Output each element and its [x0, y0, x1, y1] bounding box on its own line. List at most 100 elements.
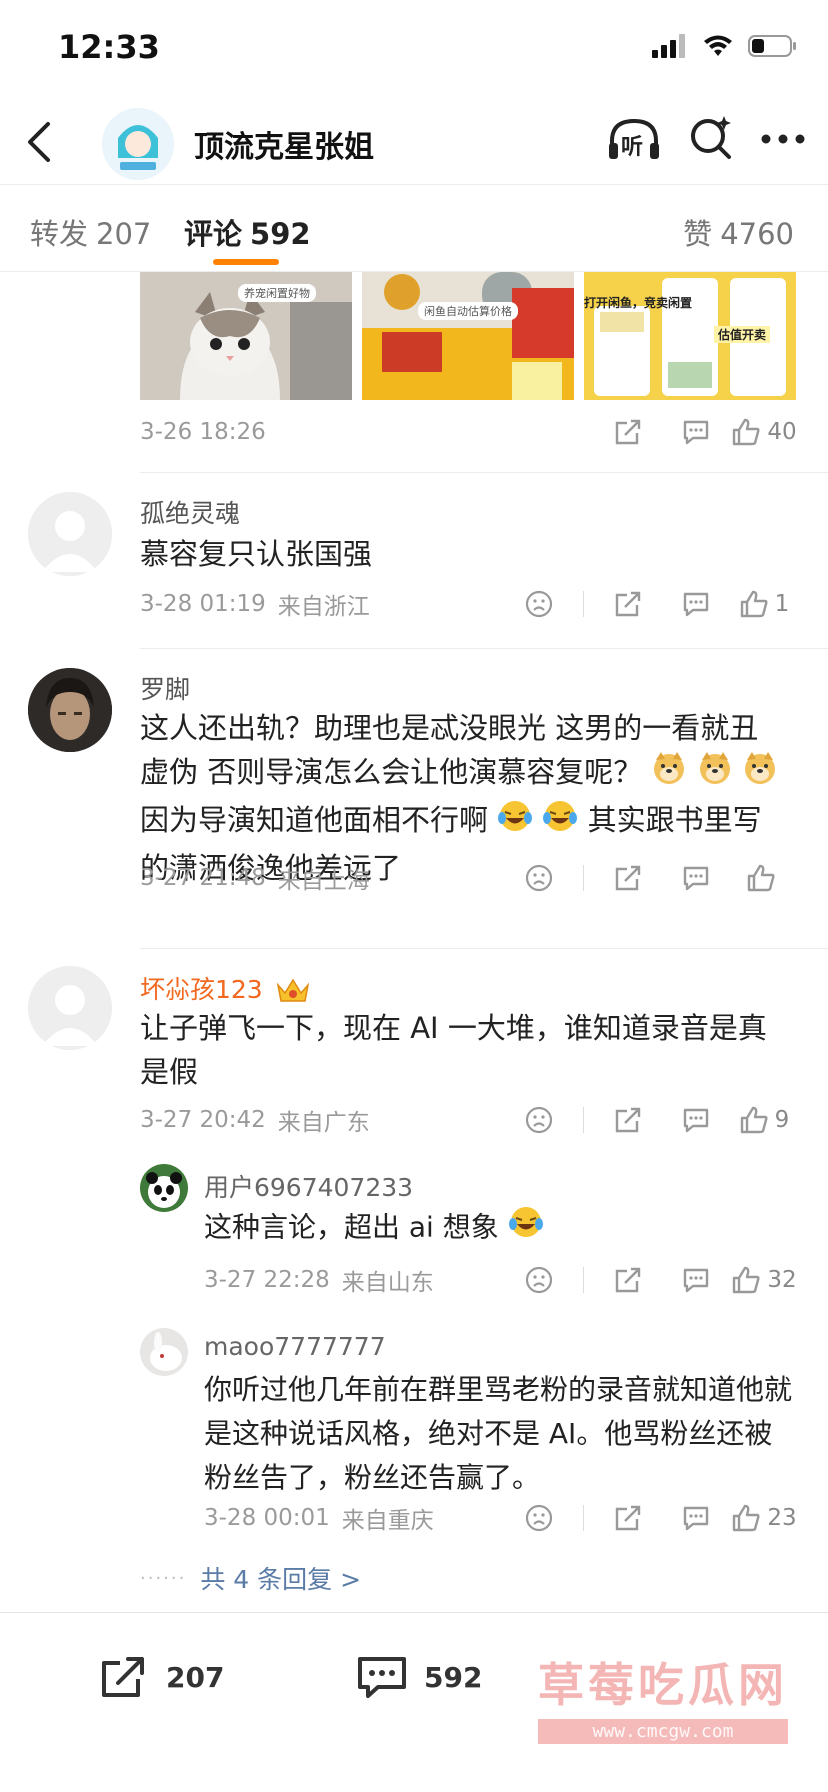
separator [583, 591, 584, 617]
comment-icon [683, 1268, 709, 1293]
listen-button[interactable]: 听 [606, 115, 662, 163]
like-count: 23 [767, 1505, 797, 1531]
reply-button[interactable] [662, 1260, 730, 1300]
share-button[interactable] [594, 584, 662, 624]
like-button[interactable]: 23 [730, 1498, 798, 1538]
post-time: 3-26 18:26 [140, 419, 266, 445]
thumbs-up-icon [740, 1106, 768, 1134]
reply-text: 这种言论，超出 ai 想象 [204, 1204, 798, 1253]
more-replies-link[interactable]: ······ 共 4 条回复 > [140, 1560, 361, 1596]
share-icon [615, 865, 641, 891]
frown-icon [525, 1504, 553, 1532]
comment-item[interactable]: 坏尛孩123 让子弹飞一下，现在 AI 一大堆，谁知道录音是真是假 3-27 2… [0, 948, 828, 1612]
post-image-caption: 闲鱼自动估算价格 [418, 302, 518, 320]
comment-icon [683, 866, 709, 891]
more-dots-icon [761, 134, 805, 143]
reply-meta: 3-27 22:28 来自山东 32 [204, 1260, 798, 1300]
reply-button[interactable] [662, 1100, 730, 1140]
reply-item[interactable]: maoo7777777 你听过他几年前在群里骂老粉的录音就知道他就是这种说话风格… [0, 1328, 828, 1548]
watermark-text: 草莓吃瓜网 [538, 1658, 788, 1712]
comment-text-segment: 因为导演知道他面相不行啊 [140, 803, 489, 837]
separator [583, 1267, 584, 1293]
comment-button[interactable]: 592 [356, 1653, 482, 1701]
panda-avatar [140, 1164, 188, 1212]
product-photo [362, 272, 574, 400]
dislike-button[interactable] [505, 858, 573, 898]
user-photo [28, 668, 112, 752]
post-image-row: 养宠闲置好物 闲鱼自动估算价格 打开闲鱼，竞卖闲置 估值开卖 [140, 272, 796, 400]
thumbs-up-icon [733, 1504, 760, 1532]
reply-avatar[interactable] [140, 1164, 188, 1212]
search-spark-icon [691, 116, 731, 159]
dislike-button[interactable] [505, 1498, 573, 1538]
tab-reposts-count: 207 [96, 217, 152, 251]
more-button[interactable] [760, 130, 806, 149]
share-button[interactable] [594, 1100, 662, 1140]
default-avatar-icon [28, 492, 112, 576]
reply-time: 3-28 00:01 [204, 1505, 330, 1531]
comment-icon [683, 1506, 709, 1531]
comment-location: 来自广东 [277, 1110, 370, 1136]
reply-avatar[interactable] [140, 1328, 188, 1376]
comment-author[interactable]: 坏尛孩123 [140, 970, 311, 1006]
post-like-button[interactable]: 40 [730, 412, 798, 452]
reply-time: 3-27 22:28 [204, 1267, 330, 1293]
share-button[interactable] [594, 858, 662, 898]
avatar[interactable] [28, 966, 112, 1050]
default-avatar-icon [28, 966, 112, 1050]
reply-button[interactable] [662, 1498, 730, 1538]
frown-icon [525, 1106, 553, 1134]
search-button[interactable] [688, 114, 734, 164]
reply-button[interactable] [662, 858, 730, 898]
comment-text-line: 这人还出轨？助理也是忒没眼光 这男的一看就丑 [140, 711, 759, 745]
separator [583, 865, 584, 891]
comment-item[interactable]: 罗脚 这人还出轨？助理也是忒没眼光 这男的一看就丑 虚伪 否则导演怎么会让他演慕… [0, 648, 828, 910]
thumbs-up-icon [747, 864, 775, 892]
tab-likes[interactable]: 赞 4760 [683, 211, 794, 253]
avatar[interactable] [28, 668, 112, 752]
like-button[interactable]: 1 [730, 584, 798, 624]
comment-icon [683, 420, 709, 445]
tab-reposts[interactable]: 转发 207 [30, 211, 151, 253]
post-image[interactable]: 打开闲鱼，竞卖闲置 估值开卖 [584, 272, 796, 400]
tab-likes-label: 赞 [683, 217, 713, 251]
reply-author[interactable]: maoo7777777 [204, 1332, 386, 1361]
comment-time: 3-27 21:48 [140, 865, 266, 891]
like-button[interactable]: 32 [730, 1260, 798, 1300]
account-name[interactable]: 顶流克星张姐 [194, 122, 374, 166]
dislike-button[interactable] [505, 584, 573, 624]
comment-item[interactable]: 孤绝灵魂 慕容复只认张国强 3-28 01:19 来自浙江 1 [0, 472, 828, 642]
post-comment-button[interactable] [662, 412, 730, 452]
tab-comments[interactable]: 评论 592 [184, 211, 311, 253]
doge-emoji-icon [651, 750, 687, 798]
tab-reposts-label: 转发 [30, 217, 89, 251]
comment-list[interactable]: 养宠闲置好物 闲鱼自动估算价格 打开闲鱼，竞卖闲置 估值开卖 3-26 18:2… [0, 272, 828, 1612]
separator [583, 1107, 584, 1133]
dislike-button[interactable] [505, 1100, 573, 1140]
profile-avatar[interactable] [102, 108, 174, 180]
comment-meta: 3-27 21:48 来自上海 [140, 858, 798, 898]
like-button[interactable]: 9 [730, 1100, 798, 1140]
post-meta: 3-26 18:26 40 [140, 412, 798, 452]
bottom-action-bar: 207 592 草莓吃瓜网 www.cmcgw.com [0, 1612, 828, 1792]
avatar[interactable] [28, 492, 112, 576]
post-image[interactable]: 养宠闲置好物 [140, 272, 352, 400]
thumbs-up-icon [740, 590, 768, 618]
like-button[interactable] [730, 858, 798, 898]
reply-button[interactable] [662, 584, 730, 624]
share-button[interactable] [594, 1260, 662, 1300]
reply-item[interactable]: 用户6967407233 这种言论，超出 ai 想象 3-27 22:28 来自… [0, 1164, 828, 1304]
share-icon [615, 1267, 641, 1293]
thumbs-up-icon [733, 418, 760, 446]
post-image[interactable]: 闲鱼自动估算价格 [362, 272, 574, 400]
post-share-button[interactable] [594, 412, 662, 452]
frown-icon [525, 590, 553, 618]
reply-author[interactable]: 用户6967407233 [204, 1168, 413, 1204]
share-button[interactable] [594, 1498, 662, 1538]
comment-author[interactable]: 罗脚 [140, 670, 190, 706]
back-button[interactable] [20, 118, 60, 166]
dislike-button[interactable] [505, 1260, 573, 1300]
post-image-caption: 打开闲鱼，竞卖闲置 [584, 296, 693, 310]
repost-button[interactable]: 207 [98, 1653, 224, 1701]
comment-author[interactable]: 孤绝灵魂 [140, 494, 240, 530]
